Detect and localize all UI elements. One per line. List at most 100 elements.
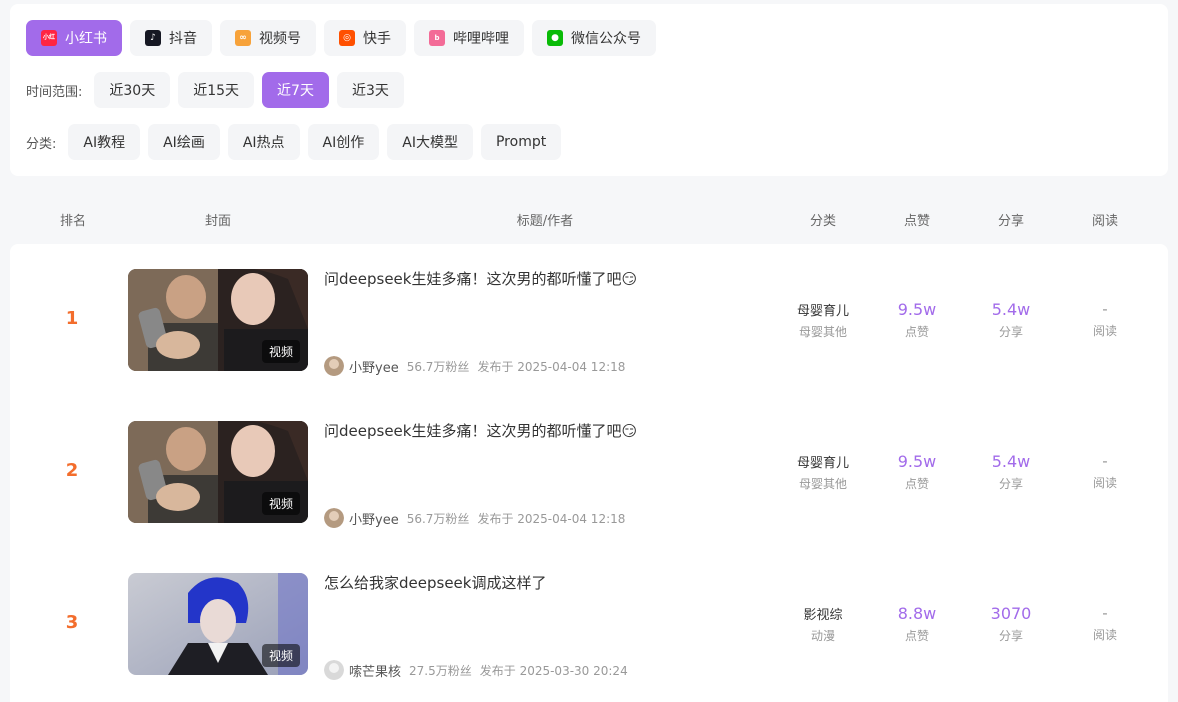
- table-header: 排名 封面 标题/作者 分类 点赞 分享 阅读: [10, 196, 1168, 240]
- category-value: 影视综: [803, 608, 843, 623]
- time-option-7d[interactable]: 近7天: [262, 72, 329, 108]
- category-cell: 母婴育儿 母婴其他: [778, 300, 868, 340]
- shares-label: 分享: [998, 325, 1023, 339]
- filter-panel: 小红 小红书 ♪ 抖音 ∞ 视频号 ◎ 快手 b 哔哩哔哩 ● 微信公众号 时间…: [10, 4, 1168, 176]
- reads-value: -: [1102, 604, 1108, 622]
- video-tag: 视频: [261, 492, 300, 515]
- category-option[interactable]: AI教程: [68, 124, 141, 160]
- author-name[interactable]: 嗦芒果核: [349, 661, 401, 680]
- table-row[interactable]: 3 视频 怎么给我家deepseek调成这样了 嗦芒果核 27.5万粉丝 发布于…: [10, 548, 1168, 700]
- author-name[interactable]: 小野yee: [349, 357, 399, 376]
- publish-time: 发布于 2025-03-30 20:24: [479, 663, 628, 678]
- fans-count: 56.7万粉丝: [406, 511, 470, 526]
- likes-cell: 9.5w 点赞: [872, 452, 962, 492]
- time-option-3d[interactable]: 近3天: [336, 72, 404, 108]
- tab-shipinhao[interactable]: ∞ 视频号: [220, 20, 316, 56]
- post-title[interactable]: 问deepseek生娃多痛！这次男的都听懂了吧😏: [324, 420, 637, 441]
- tab-label: 抖音: [169, 31, 197, 47]
- header-cover: 封面: [204, 214, 231, 229]
- video-tag: 视频: [261, 340, 300, 363]
- avatar[interactable]: [324, 508, 344, 528]
- tab-label: 快手: [363, 31, 391, 47]
- shares-value: 3070: [990, 604, 1032, 623]
- reads-cell: - 阅读: [1060, 300, 1150, 339]
- fans-count: 27.5万粉丝: [409, 663, 472, 678]
- publish-time: 发布于 2025-04-04 12:18: [477, 511, 626, 526]
- shipinhao-icon: ∞: [235, 30, 251, 46]
- author-info: 嗦芒果核 27.5万粉丝 发布于 2025-03-30 20:24: [324, 660, 628, 680]
- avatar[interactable]: [324, 356, 344, 376]
- header-rank: 排名: [59, 214, 86, 229]
- shares-cell: 5.4w 分享: [966, 452, 1056, 492]
- avatar[interactable]: [324, 660, 344, 680]
- reads-label: 阅读: [1092, 476, 1117, 490]
- xiaohongshu-icon: 小红: [41, 30, 57, 46]
- likes-cell: 8.8w 点赞: [872, 604, 962, 644]
- subcategory-value: 动漫: [810, 629, 835, 643]
- fans-count: 56.7万粉丝: [406, 359, 470, 374]
- ranking-table: 1 视频 问deepseek生娃多痛！这次男的都听懂了吧😏 小野yee 56.7…: [10, 244, 1168, 702]
- tab-xiaohongshu[interactable]: 小红 小红书: [26, 20, 122, 56]
- category-filter: 分类: AI教程 AI绘画 AI热点 AI创作 AI大模型 Prompt: [26, 124, 569, 160]
- tab-label: 哔哩哔哩: [453, 31, 509, 47]
- header-shares: 分享: [997, 214, 1024, 229]
- likes-label: 点赞: [904, 477, 929, 491]
- author-info: 小野yee 56.7万粉丝 发布于 2025-04-04 12:18: [324, 508, 625, 528]
- category-value: 母婴育儿: [796, 304, 849, 319]
- douyin-icon: ♪: [145, 30, 161, 46]
- tab-douyin[interactable]: ♪ 抖音: [130, 20, 212, 56]
- kuaishou-icon: ◎: [339, 30, 355, 46]
- table-row[interactable]: 1 视频 问deepseek生娃多痛！这次男的都听懂了吧😏 小野yee 56.7…: [10, 244, 1168, 396]
- category-option[interactable]: Prompt: [480, 124, 562, 160]
- category-option[interactable]: AI热点: [227, 124, 300, 160]
- likes-value: 9.5w: [897, 452, 937, 471]
- publish-time: 发布于 2025-04-04 12:18: [477, 359, 626, 374]
- reads-cell: - 阅读: [1060, 604, 1150, 643]
- category-option[interactable]: AI创作: [307, 124, 380, 160]
- time-filter-label: 时间范围:: [26, 84, 83, 100]
- reads-label: 阅读: [1092, 628, 1117, 642]
- header-title-author: 标题/作者: [516, 214, 574, 229]
- tab-label: 小红书: [65, 31, 107, 47]
- tab-wechat[interactable]: ● 微信公众号: [532, 20, 656, 56]
- reads-value: -: [1102, 452, 1108, 470]
- reads-value: -: [1102, 300, 1108, 318]
- likes-cell: 9.5w 点赞: [872, 300, 962, 340]
- cover-thumbnail[interactable]: 视频: [128, 269, 308, 371]
- time-option-30d[interactable]: 近30天: [94, 72, 171, 108]
- category-value: 母婴育儿: [796, 456, 849, 471]
- author-info: 小野yee 56.7万粉丝 发布于 2025-04-04 12:18: [324, 356, 625, 376]
- video-tag: 视频: [261, 644, 300, 667]
- category-option[interactable]: AI绘画: [148, 124, 220, 160]
- cover-thumbnail[interactable]: 视频: [128, 573, 308, 675]
- bilibili-icon: b: [429, 30, 445, 46]
- category-cell: 影视综 动漫: [778, 604, 868, 644]
- reads-label: 阅读: [1092, 324, 1117, 338]
- subcategory-value: 母婴其他: [798, 325, 847, 339]
- header-likes: 点赞: [903, 214, 930, 229]
- likes-value: 9.5w: [897, 300, 937, 319]
- category-filter-label: 分类:: [26, 136, 57, 152]
- likes-label: 点赞: [904, 629, 929, 643]
- rank-number: 2: [65, 460, 79, 481]
- shares-value: 5.4w: [991, 452, 1031, 471]
- tab-bilibili[interactable]: b 哔哩哔哩: [414, 20, 524, 56]
- table-row[interactable]: 2 视频 问deepseek生娃多痛！这次男的都听懂了吧😏 小野yee 56.7…: [10, 396, 1168, 548]
- header-category: 分类: [809, 214, 836, 229]
- wechat-icon: ●: [547, 30, 563, 46]
- subcategory-value: 母婴其他: [798, 477, 847, 491]
- shares-label: 分享: [998, 477, 1023, 491]
- post-title[interactable]: 问deepseek生娃多痛！这次男的都听懂了吧😏: [324, 268, 637, 289]
- shares-label: 分享: [998, 629, 1023, 643]
- shares-value: 5.4w: [991, 300, 1031, 319]
- time-option-15d[interactable]: 近15天: [178, 72, 255, 108]
- cover-thumbnail[interactable]: 视频: [128, 421, 308, 523]
- category-cell: 母婴育儿 母婴其他: [778, 452, 868, 492]
- post-title[interactable]: 怎么给我家deepseek调成这样了: [324, 572, 546, 593]
- shares-cell: 5.4w 分享: [966, 300, 1056, 340]
- rank-number: 3: [65, 612, 79, 633]
- tab-kuaishou[interactable]: ◎ 快手: [324, 20, 406, 56]
- category-option[interactable]: AI大模型: [387, 124, 473, 160]
- reads-cell: - 阅读: [1060, 452, 1150, 491]
- author-name[interactable]: 小野yee: [349, 509, 399, 528]
